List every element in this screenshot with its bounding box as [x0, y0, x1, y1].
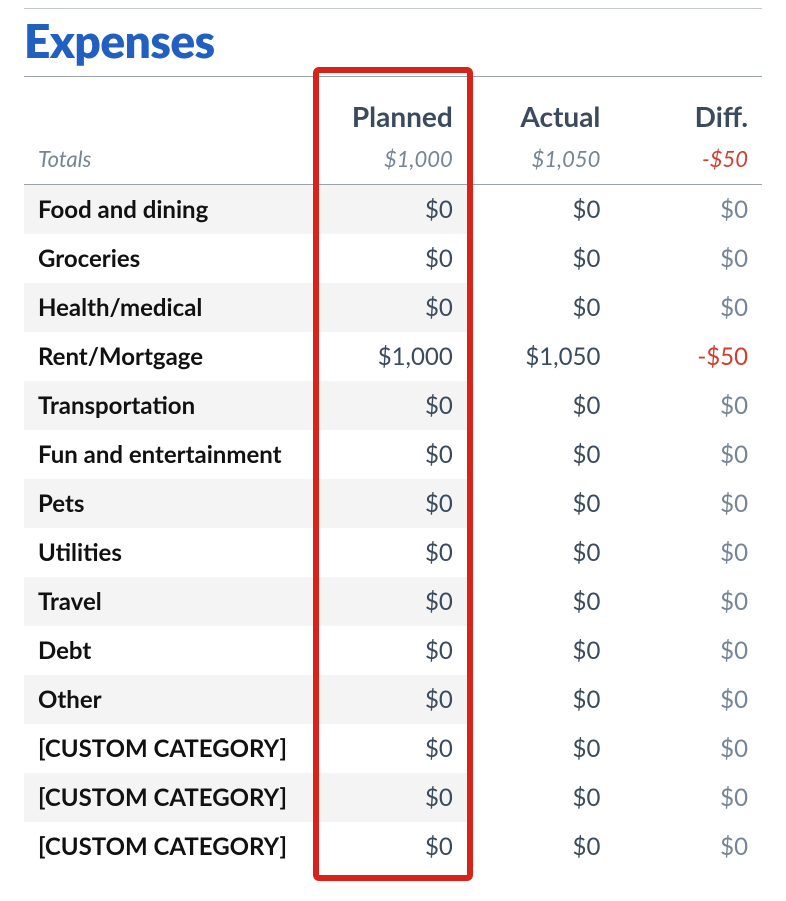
actual-cell[interactable]: $0	[467, 234, 615, 283]
planned-cell[interactable]: $0	[319, 381, 467, 430]
table-row: Health/medical$0$0$0	[24, 283, 762, 332]
diff-cell: $0	[614, 528, 762, 577]
actual-cell[interactable]: $0	[467, 822, 615, 871]
category-cell[interactable]: Health/medical	[24, 283, 319, 332]
totals-planned: $1,000	[319, 139, 467, 185]
table-row: Fun and entertainment$0$0$0	[24, 430, 762, 479]
diff-cell: $0	[614, 626, 762, 675]
actual-cell[interactable]: $0	[467, 430, 615, 479]
table-row: [CUSTOM CATEGORY]$0$0$0	[24, 822, 762, 871]
planned-cell[interactable]: $0	[319, 822, 467, 871]
actual-cell[interactable]: $0	[467, 724, 615, 773]
planned-cell[interactable]: $0	[319, 528, 467, 577]
actual-cell[interactable]: $1,050	[467, 332, 615, 381]
table-row: Travel$0$0$0	[24, 577, 762, 626]
planned-cell[interactable]: $0	[319, 283, 467, 332]
planned-cell[interactable]: $0	[319, 626, 467, 675]
category-cell[interactable]: Rent/Mortgage	[24, 332, 319, 381]
diff-cell: $0	[614, 773, 762, 822]
header-actual: Actual	[467, 77, 615, 139]
actual-cell[interactable]: $0	[467, 577, 615, 626]
totals-label: Totals	[24, 139, 319, 185]
table-row: Utilities$0$0$0	[24, 528, 762, 577]
table-row: Other$0$0$0	[24, 675, 762, 724]
planned-cell[interactable]: $0	[319, 724, 467, 773]
category-cell[interactable]: Fun and entertainment	[24, 430, 319, 479]
category-cell[interactable]: Travel	[24, 577, 319, 626]
actual-cell[interactable]: $0	[467, 675, 615, 724]
planned-cell[interactable]: $1,000	[319, 332, 467, 381]
section-title: Expenses	[24, 13, 762, 68]
category-cell[interactable]: Utilities	[24, 528, 319, 577]
planned-cell[interactable]: $0	[319, 675, 467, 724]
category-cell[interactable]: Pets	[24, 479, 319, 528]
planned-cell[interactable]: $0	[319, 479, 467, 528]
table-row: Pets$0$0$0	[24, 479, 762, 528]
actual-cell[interactable]: $0	[467, 283, 615, 332]
actual-cell[interactable]: $0	[467, 479, 615, 528]
planned-cell[interactable]: $0	[319, 234, 467, 283]
category-cell[interactable]: Transportation	[24, 381, 319, 430]
expenses-table-wrap: Planned Actual Diff. Totals $1,000 $1,05…	[24, 77, 762, 871]
totals-diff: -$50	[614, 139, 762, 185]
planned-cell[interactable]: $0	[319, 185, 467, 235]
table-row: Rent/Mortgage$1,000$1,050-$50	[24, 332, 762, 381]
actual-cell[interactable]: $0	[467, 626, 615, 675]
category-cell[interactable]: [CUSTOM CATEGORY]	[24, 822, 319, 871]
diff-cell: $0	[614, 675, 762, 724]
planned-cell[interactable]: $0	[319, 430, 467, 479]
diff-cell: $0	[614, 479, 762, 528]
diff-cell: $0	[614, 577, 762, 626]
diff-cell: $0	[614, 822, 762, 871]
top-divider	[24, 8, 762, 9]
totals-actual: $1,050	[467, 139, 615, 185]
category-cell[interactable]: Food and dining	[24, 185, 319, 235]
table-row: Groceries$0$0$0	[24, 234, 762, 283]
header-row: Planned Actual Diff.	[24, 77, 762, 139]
table-row: Food and dining$0$0$0	[24, 185, 762, 235]
planned-cell[interactable]: $0	[319, 773, 467, 822]
expenses-table: Planned Actual Diff. Totals $1,000 $1,05…	[24, 77, 762, 871]
category-cell[interactable]: [CUSTOM CATEGORY]	[24, 724, 319, 773]
actual-cell[interactable]: $0	[467, 773, 615, 822]
header-category	[24, 77, 319, 139]
actual-cell[interactable]: $0	[467, 528, 615, 577]
actual-cell[interactable]: $0	[467, 185, 615, 235]
diff-cell: $0	[614, 185, 762, 235]
diff-cell: $0	[614, 381, 762, 430]
category-cell[interactable]: [CUSTOM CATEGORY]	[24, 773, 319, 822]
table-row: Debt$0$0$0	[24, 626, 762, 675]
diff-cell: $0	[614, 724, 762, 773]
planned-cell[interactable]: $0	[319, 577, 467, 626]
table-row: Transportation$0$0$0	[24, 381, 762, 430]
actual-cell[interactable]: $0	[467, 381, 615, 430]
category-cell[interactable]: Debt	[24, 626, 319, 675]
totals-row: Totals $1,000 $1,050 -$50	[24, 139, 762, 185]
diff-cell: $0	[614, 283, 762, 332]
header-planned: Planned	[319, 77, 467, 139]
diff-cell: $0	[614, 234, 762, 283]
diff-cell: $0	[614, 430, 762, 479]
category-cell[interactable]: Other	[24, 675, 319, 724]
category-cell[interactable]: Groceries	[24, 234, 319, 283]
table-row: [CUSTOM CATEGORY]$0$0$0	[24, 724, 762, 773]
header-diff: Diff.	[614, 77, 762, 139]
table-row: [CUSTOM CATEGORY]$0$0$0	[24, 773, 762, 822]
diff-cell: -$50	[614, 332, 762, 381]
